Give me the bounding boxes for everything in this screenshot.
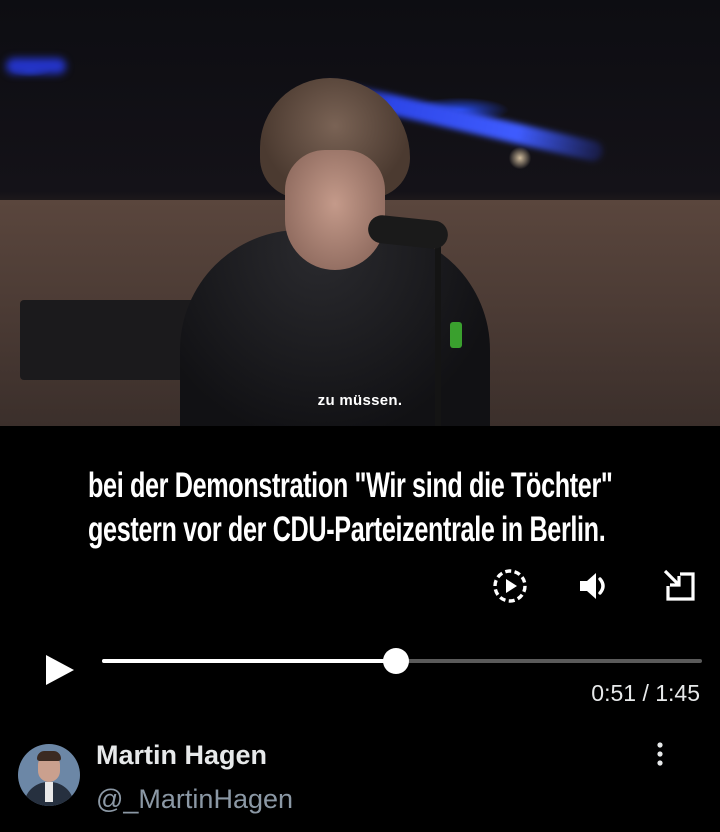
time-display: 0:51 / 1:45 <box>591 680 700 706</box>
author-handle[interactable]: @_MartinHagen <box>96 784 293 815</box>
video-frame[interactable]: zu müssen. <box>0 0 720 426</box>
expand-pip-icon[interactable] <box>660 566 700 606</box>
progress-track[interactable] <box>102 648 702 674</box>
play-icon[interactable] <box>38 648 82 692</box>
video-overlay-controls <box>0 566 720 606</box>
caption-line-1: bei der Demonstration "Wir sind die Töch… <box>88 466 613 505</box>
speaker-face <box>285 150 385 270</box>
avatar[interactable] <box>18 744 80 806</box>
video-caption: bei der Demonstration "Wir sind die Töch… <box>88 464 613 552</box>
background-light-left <box>6 58 66 74</box>
author-row: Martin Hagen @_MartinHagen <box>0 736 720 826</box>
progress-thumb[interactable] <box>383 648 409 674</box>
speaker-figure <box>160 60 520 426</box>
speaker-volume-icon[interactable] <box>574 566 614 606</box>
author-name[interactable]: Martin Hagen <box>96 740 267 771</box>
video-subtitle: zu müssen. <box>317 392 403 409</box>
caption-line-2: gestern vor der CDU-Parteizentrale in Be… <box>88 510 606 549</box>
more-vertical-icon[interactable] <box>646 740 674 768</box>
replay-circle-icon[interactable] <box>490 566 530 606</box>
mic-clip <box>450 322 462 348</box>
progress-fill <box>102 659 396 663</box>
